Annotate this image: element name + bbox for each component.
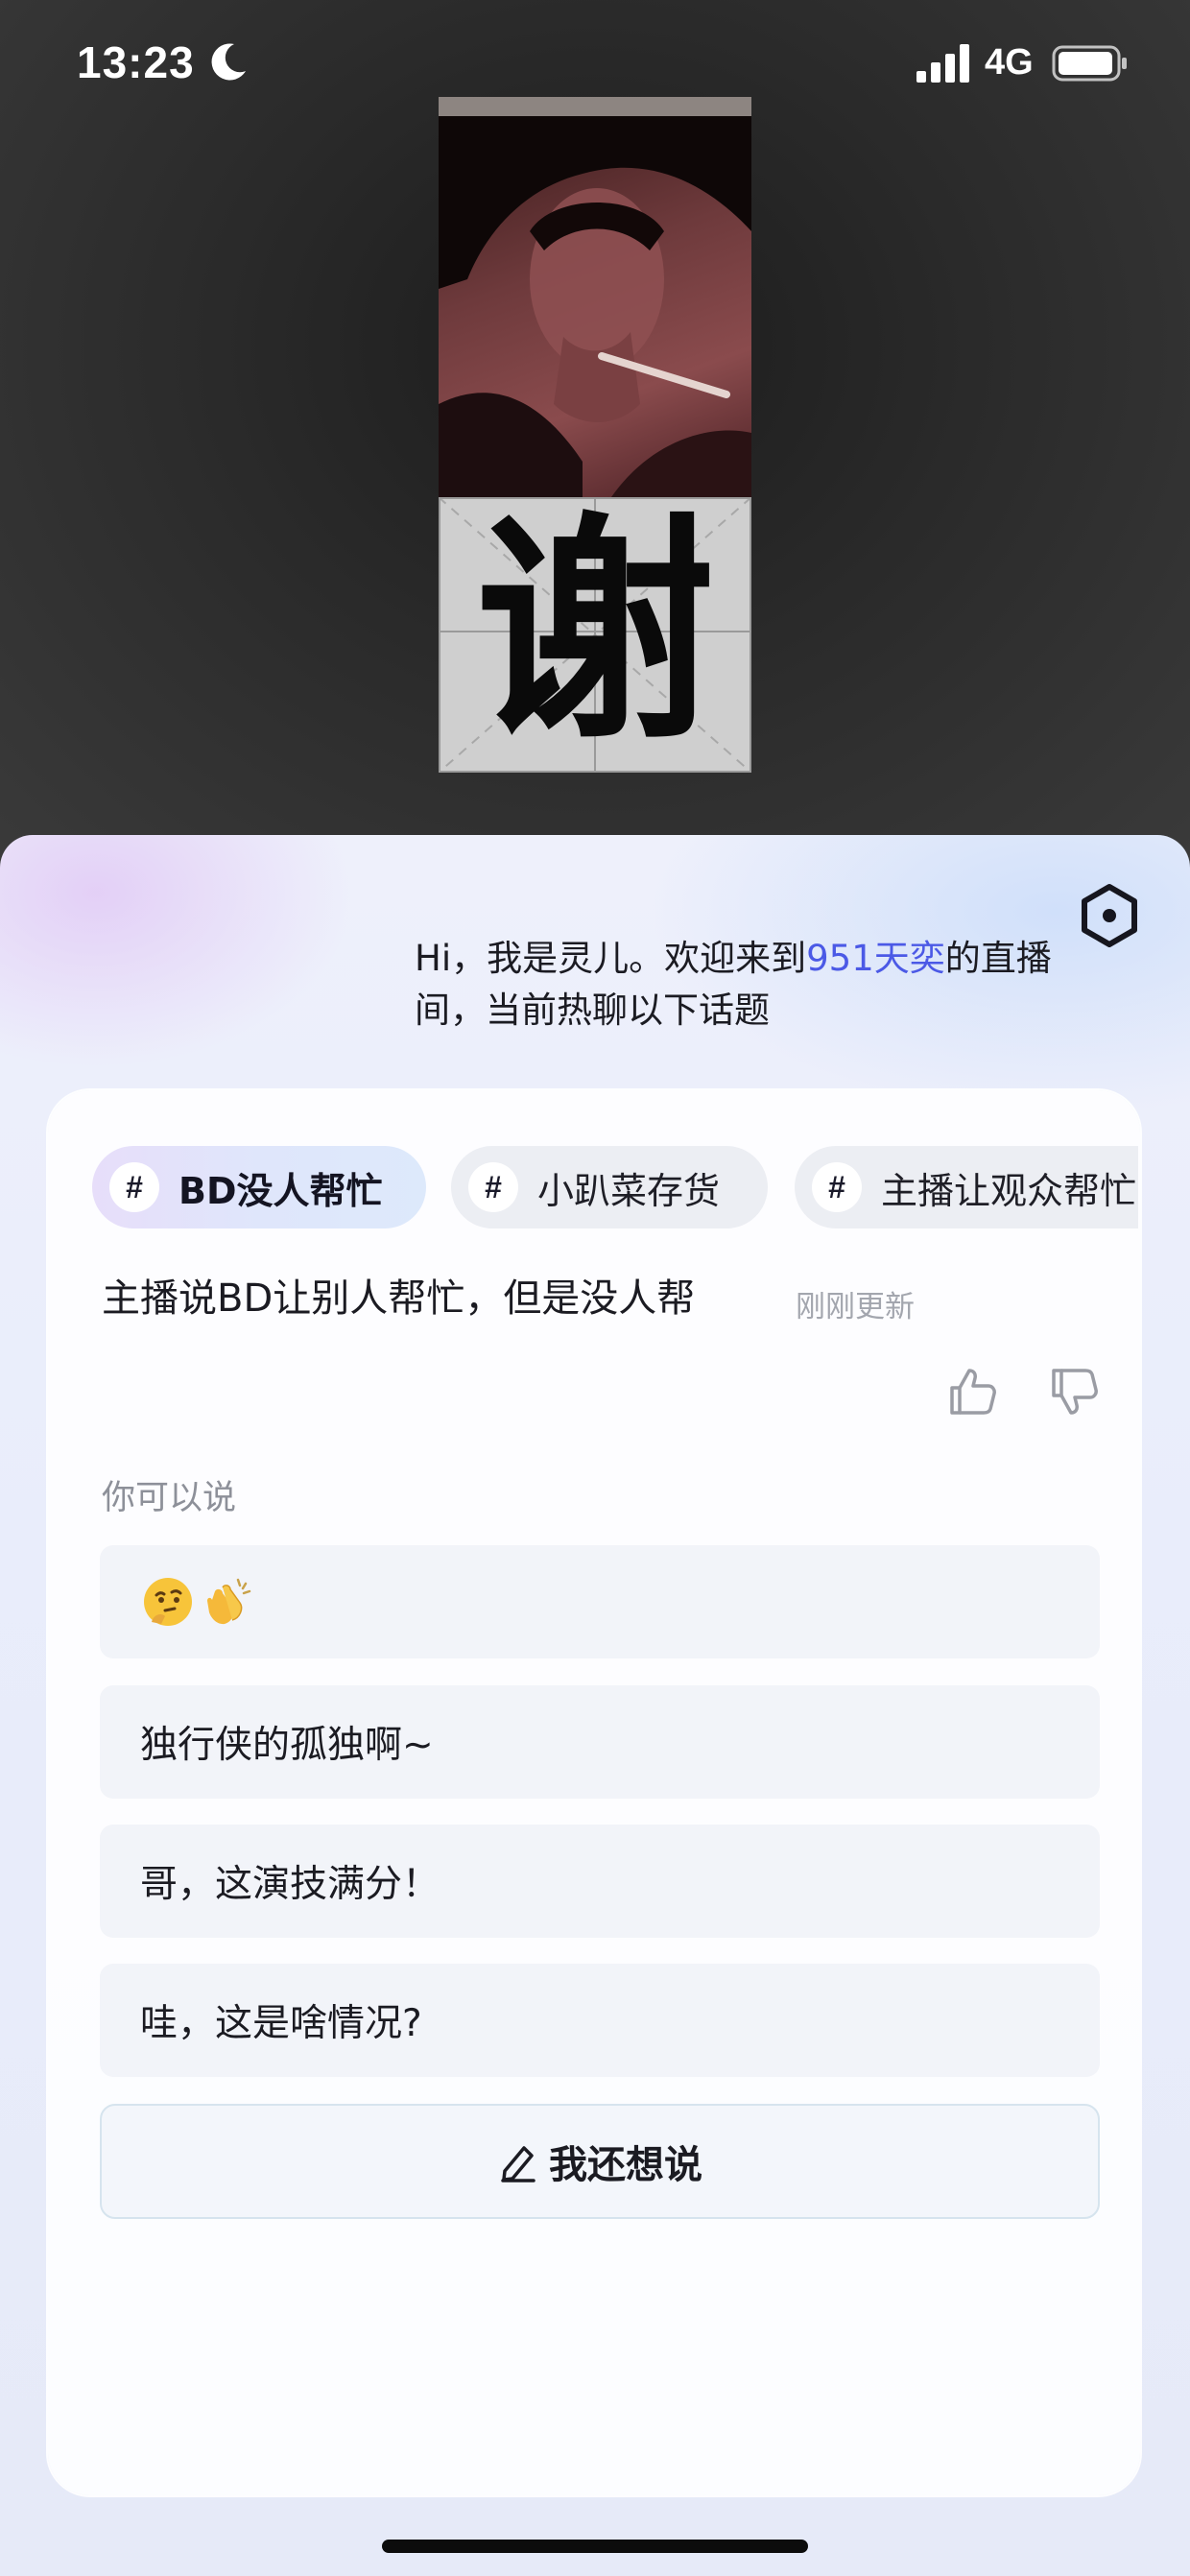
greeting-prefix: Hi，我是灵儿。欢迎来到 (415, 938, 807, 979)
topic-description: 主播说BD让别人帮忙，但是没人帮 (102, 1276, 696, 1321)
topic-updated-time: 刚刚更新 (796, 1290, 915, 1324)
hexagon-assistant-icon[interactable] (1077, 883, 1142, 948)
suggestion-text: 哥，这演技满分！ (140, 1863, 440, 1906)
suggestion-item[interactable]: 哥，这演技满分！ (100, 1825, 1100, 1938)
suggestion-text: 哇，这是啥情况? (140, 2002, 422, 2045)
thumb-down-icon[interactable] (1048, 1365, 1102, 1419)
topic-chip[interactable]: # 小趴菜存货 (451, 1146, 768, 1228)
topic-chip-label: BD没人帮忙 (178, 1169, 383, 1212)
suggestion-emoji[interactable] (100, 1545, 1100, 1658)
suggestion-item[interactable]: 独行侠的孤独啊~ (100, 1685, 1100, 1799)
poster-top-strip (439, 97, 751, 116)
battery-icon (1052, 45, 1127, 82)
streamer-name-link[interactable]: 951天奕 (806, 938, 945, 979)
moon-icon (211, 43, 246, 81)
hashtag-icon: # (468, 1162, 518, 1212)
assistant-greeting: Hi，我是灵儿。欢迎来到951天奕的直播间，当前热聊以下话题 (415, 933, 1067, 1037)
topic-chip-label: 主播让观众帮忙 (881, 1169, 1137, 1212)
say-more-label: 我还想说 (549, 2143, 702, 2187)
clapping-hands-emoji (207, 1578, 251, 1625)
suggestion-item[interactable]: 哇，这是啥情况? (100, 1964, 1100, 2077)
topic-chip-label: 小趴菜存货 (537, 1169, 721, 1212)
poster-character-box: 谢 (439, 491, 751, 773)
poster-character: 谢 (475, 489, 715, 772)
suggestions-heading: 你可以说 (102, 1479, 237, 1517)
thumb-up-icon[interactable] (946, 1365, 1000, 1419)
topic-chip-active[interactable]: # BD没人帮忙 (92, 1146, 426, 1228)
hashtag-icon: # (812, 1162, 862, 1212)
status-time: 13:23 (77, 37, 195, 87)
network-label: 4G (985, 42, 1034, 83)
topic-chip[interactable]: # 主播让观众帮忙 (795, 1146, 1138, 1228)
hashtag-icon: # (109, 1162, 159, 1212)
stream-poster: 谢 (439, 97, 751, 773)
topic-chip-row[interactable]: # BD没人帮忙 # 小趴菜存货 # 主播让观众帮忙 (92, 1146, 1138, 1230)
suggestion-text: 独行侠的孤独啊~ (140, 1724, 434, 1767)
pencil-icon (501, 2146, 536, 2182)
signal-icon (916, 44, 969, 83)
home-indicator[interactable] (382, 2540, 808, 2553)
thinking-face-emoji (144, 1578, 192, 1626)
say-more-button[interactable]: 我还想说 (100, 2104, 1100, 2219)
emoji-row (140, 1574, 255, 1630)
poster-portrait-image (439, 116, 751, 497)
